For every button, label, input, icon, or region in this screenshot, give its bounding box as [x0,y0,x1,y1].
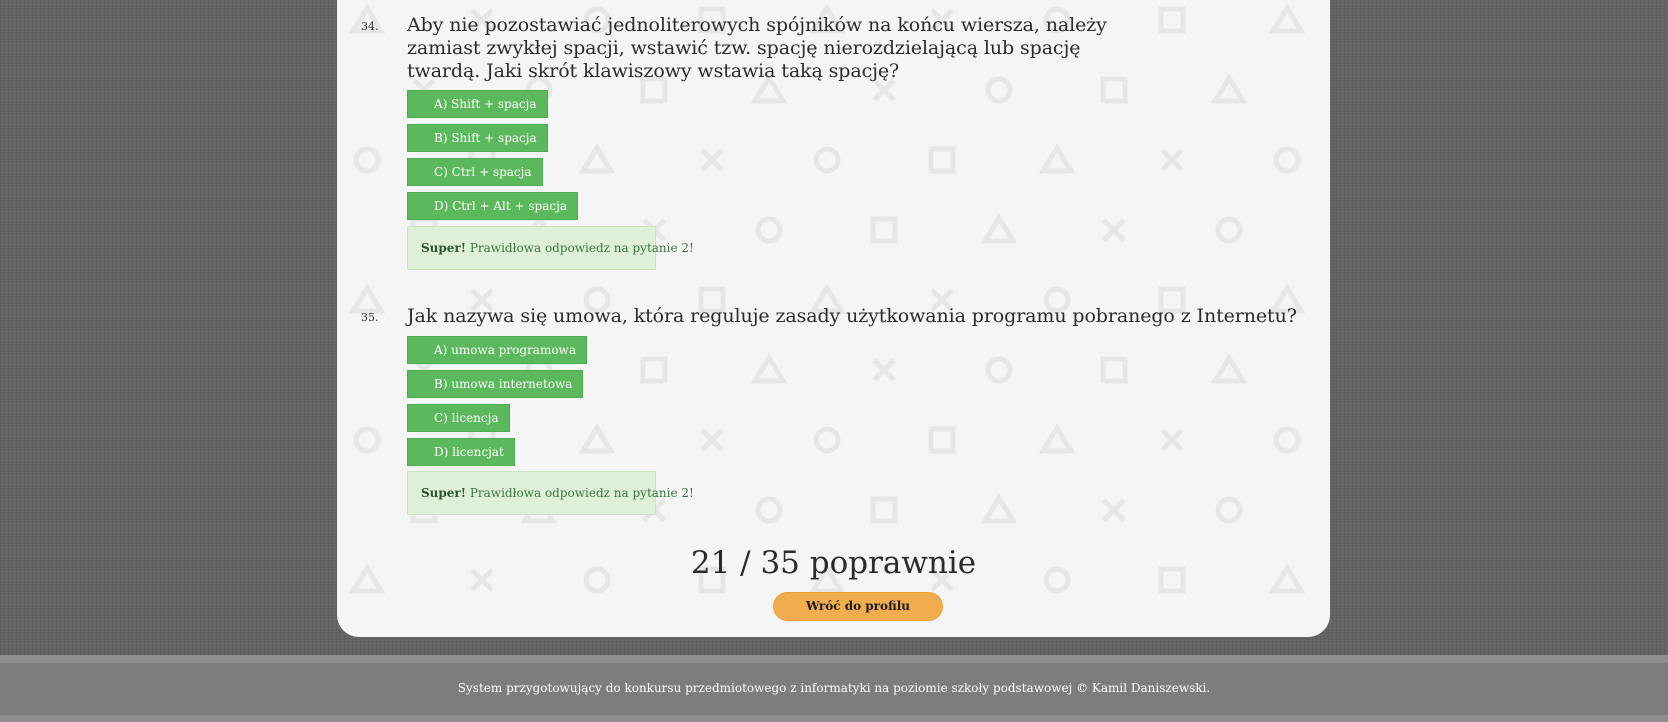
answer-button-b[interactable]: B) umowa internetowa [407,370,584,398]
footer: System przygotowujący do konkursu przedm… [0,663,1668,715]
square-icon [1158,6,1186,34]
square-icon [870,216,898,244]
triangle-icon [578,423,616,454]
circle-icon [1215,496,1243,524]
cross-icon [1160,148,1184,172]
alert-strong: Super! [421,241,467,255]
cross-icon [1102,218,1126,242]
footer-top-border [0,655,1668,663]
circle-icon [755,216,783,244]
cross-icon [700,148,724,172]
alert-strong: Super! [421,486,467,500]
alert-message: Prawidłowa odpowiedz na pytanie 2! [469,486,694,500]
answer-button-c[interactable]: C) licencja [407,404,510,432]
footer-bottom-border [0,715,1668,722]
answer-button-b[interactable]: B) Shift + spacja [407,124,548,152]
triangle-icon [348,283,386,314]
triangle-icon [1210,73,1248,104]
square-icon [928,146,956,174]
triangle-icon [1038,423,1076,454]
triangle-icon [578,143,616,174]
score-summary: 21 / 35 poprawnie [690,545,977,581]
back-to-profile-button[interactable]: Wróć do profilu [773,592,943,621]
triangle-icon [980,493,1018,524]
triangle-icon [1038,143,1076,174]
triangle-icon [1210,353,1248,384]
question-number: 34. [361,20,379,33]
question-number: 35. [361,311,379,324]
triangle-icon [750,353,788,384]
success-alert: Super! Prawidłowa odpowiedz na pytanie 2… [407,226,694,270]
success-alert: Super! Prawidłowa odpowiedz na pytanie 2… [407,471,694,515]
alert-message: Prawidłowa odpowiedz na pytanie 2! [469,241,694,255]
cross-icon [872,358,896,382]
quiz-card: 34. Aby nie pozostawiać jednoliterowych … [337,0,1330,637]
circle-icon [755,496,783,524]
cross-icon [1160,428,1184,452]
answer-button-d[interactable]: D) Ctrl + Alt + spacja [407,192,578,220]
triangle-icon [1268,3,1306,34]
circle-icon [1273,146,1301,174]
circle-icon [1273,426,1301,454]
circle-icon [813,146,841,174]
circle-icon [353,146,381,174]
square-icon [870,496,898,524]
square-icon [928,426,956,454]
cross-icon [1102,498,1126,522]
square-icon [640,356,668,384]
cross-icon [700,428,724,452]
triangle-icon [980,213,1018,244]
answer-button-a[interactable]: A) umowa programowa [407,336,587,364]
answer-button-c[interactable]: C) Ctrl + spacja [407,158,543,186]
cross-icon [872,78,896,102]
circle-icon [985,356,1013,384]
question-text: Aby nie pozostawiać jednoliterowych spój… [407,14,1107,82]
circle-icon [353,426,381,454]
footer-text: System przygotowujący do konkursu przedm… [457,681,1211,695]
question-text: Jak nazywa się umowa, która reguluje zas… [407,305,1297,327]
square-icon [1100,356,1128,384]
circle-icon [1215,216,1243,244]
answer-button-a[interactable]: A) Shift + spacja [407,90,548,118]
answer-button-d[interactable]: D) licencjat [407,438,515,466]
circle-icon [813,426,841,454]
